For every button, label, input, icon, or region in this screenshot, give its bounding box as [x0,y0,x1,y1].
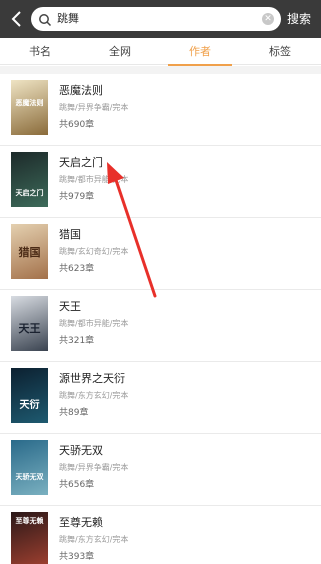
clear-icon[interactable]: ✕ [262,13,274,25]
book-meta: 跳舞/异界争霸/完本 [59,463,129,472]
top-bar: 跳舞 ✕ 搜索 [0,0,321,38]
book-chapters: 共89章 [59,408,89,418]
cover-title: 天骄无双 [15,473,44,481]
book-title: 恶魔法则 [59,84,103,97]
book-meta: 跳舞/玄幻奇幻/完本 [59,247,129,256]
book-chapters: 共321章 [59,336,95,346]
cover-title: 天王 [18,322,41,335]
book-meta: 跳舞/东方玄幻/完本 [59,391,129,400]
search-box[interactable]: 跳舞 ✕ [31,7,281,31]
book-cover: 恶魔法则 [11,80,48,135]
list-spacer [0,66,321,74]
book-cover: 至尊无赖 [11,512,48,564]
book-cover: 天衍 [11,368,48,423]
book-row[interactable]: 猎国 猎国 跳舞/玄幻奇幻/完本 共623章 [0,218,321,290]
tab-tags[interactable]: 标签 [240,38,320,65]
book-chapters: 共393章 [59,552,95,562]
book-list: 恶魔法则 恶魔法则 跳舞/异界争霸/完本 共690章 天启之门 天启之门 跳舞/… [0,66,321,564]
book-meta: 跳舞/都市异能/完本 [59,319,129,328]
book-title: 至尊无赖 [59,516,103,529]
book-title: 源世界之天衍 [59,372,125,385]
book-meta: 跳舞/东方玄幻/完本 [59,535,129,544]
book-row[interactable]: 天王 天王 跳舞/都市异能/完本 共321章 [0,290,321,362]
book-cover: 天王 [11,296,48,351]
book-row[interactable]: 天启之门 天启之门 跳舞/都市异能/完本 共979章 [0,146,321,218]
tab-bar: 书名 全网 作者 标签 [0,38,321,66]
tab-all[interactable]: 全网 [80,38,160,65]
book-title: 天启之门 [59,156,103,169]
book-row[interactable]: 至尊无赖 至尊无赖 跳舞/东方玄幻/完本 共393章 [0,506,321,564]
book-chapters: 共623章 [59,264,95,274]
cover-title: 至尊无赖 [15,517,44,525]
book-cover: 猎国 [11,224,48,279]
book-meta: 跳舞/都市异能/完本 [59,175,129,184]
cover-title: 恶魔法则 [15,99,44,107]
cover-title: 天启之门 [15,189,44,197]
cover-title: 天衍 [19,400,40,411]
book-cover: 天骄无双 [11,440,48,495]
book-title: 天骄无双 [59,444,103,457]
book-meta: 跳舞/异界争霸/完本 [59,103,129,112]
book-chapters: 共979章 [59,192,95,202]
cover-title: 猎国 [18,246,41,259]
book-row[interactable]: 天衍 源世界之天衍 跳舞/东方玄幻/完本 共89章 [0,362,321,434]
book-row[interactable]: 天骄无双 天骄无双 跳舞/异界争霸/完本 共656章 [0,434,321,506]
back-icon[interactable] [8,9,26,29]
book-row[interactable]: 恶魔法则 恶魔法则 跳舞/异界争霸/完本 共690章 [0,74,321,146]
book-chapters: 共656章 [59,480,95,490]
book-title: 猎国 [59,228,81,241]
book-title: 天王 [59,300,81,313]
search-button[interactable]: 搜索 [287,10,311,28]
book-chapters: 共690章 [59,120,95,130]
search-input[interactable]: 跳舞 [57,11,79,27]
book-cover: 天启之门 [11,152,48,207]
search-icon [38,12,52,27]
tab-title[interactable]: 书名 [0,38,80,65]
tab-author[interactable]: 作者 [160,38,240,66]
